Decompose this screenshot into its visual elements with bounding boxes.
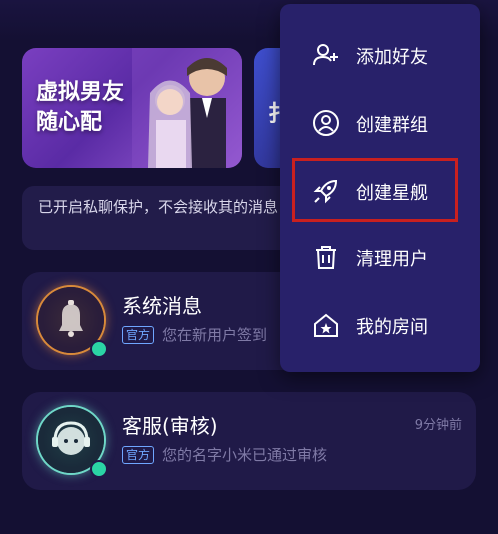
trash-icon (316, 246, 336, 269)
chat-title: 客服(审核) (122, 414, 218, 438)
group-icon (313, 110, 339, 136)
menu-item-clean-users[interactable]: 清理用户 (280, 228, 480, 286)
privacy-notice: 已开启私聊保护，不会接收其的消息 (22, 186, 322, 250)
highlight-box (292, 158, 458, 222)
menu-item-my-room[interactable]: 我的房间 (280, 296, 480, 354)
chat-timestamp: 9分钟前 (414, 418, 462, 433)
virtual-boyfriend-banner[interactable]: 虚拟男友 随心配 (22, 48, 242, 168)
menu-item-label: 清理用户 (356, 249, 428, 270)
menu-item-label: 我的房间 (356, 317, 428, 338)
notice-text: 已开启私聊保护，不会接收其的消息 (38, 198, 279, 216)
chat-item-support[interactable]: 客服(审核) 官方 您的名字小米已通过审核 9分钟前 (22, 392, 476, 490)
official-badge: 官方 (122, 326, 155, 344)
official-badge: 官方 (122, 446, 155, 464)
menu-item-label: 添加好友 (356, 47, 428, 68)
chat-preview: 您在新用户签到 (162, 326, 268, 344)
menu-item-create-group[interactable]: 创建群组 (280, 94, 480, 152)
menu-item-label: 创建群组 (356, 115, 428, 136)
chat-preview: 您的名字小米已通过审核 (162, 446, 328, 464)
online-status-dot (90, 340, 108, 358)
home-icon (314, 313, 338, 337)
couple-illustration (132, 48, 242, 168)
online-status-dot (90, 460, 108, 478)
add-friend-icon (313, 44, 338, 66)
chat-title: 系统消息 (122, 294, 202, 318)
menu-item-add-friend[interactable]: 添加好友 (280, 26, 480, 84)
